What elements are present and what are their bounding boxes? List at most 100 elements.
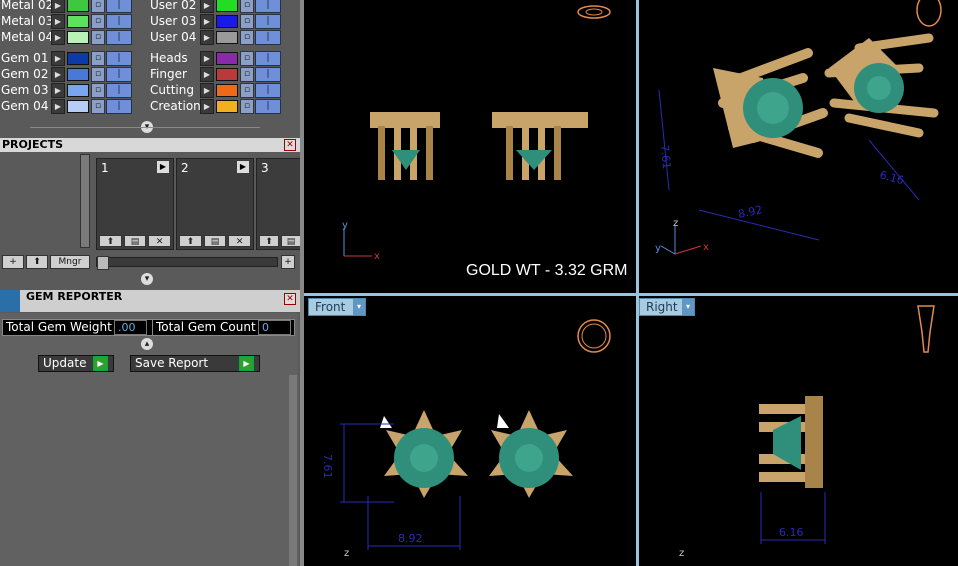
layer-color-swatch[interactable]: [216, 51, 238, 65]
viewport-front[interactable]: 7.61 8.92 z Front ▾: [304, 296, 636, 566]
expand-arrow-icon[interactable]: ▶: [200, 98, 214, 114]
visibility-toggle[interactable]: |: [106, 82, 132, 98]
expand-arrow-icon[interactable]: ▶: [200, 29, 214, 45]
layer-row[interactable]: Finger ▶ ▫ |: [150, 66, 281, 82]
visibility-toggle[interactable]: |: [255, 13, 281, 29]
manager-button[interactable]: Mngr: [50, 255, 90, 269]
viewport-top[interactable]: y x: [304, 0, 636, 292]
layer-color-swatch[interactable]: [216, 67, 238, 81]
expand-arrow-icon[interactable]: ▶: [200, 50, 214, 66]
lock-icon[interactable]: ▫: [91, 82, 105, 98]
expand-arrow-icon[interactable]: ▶: [51, 29, 65, 45]
project-card-2[interactable]: 2 ▶ ⬆ ▤ ✕: [176, 158, 254, 250]
layer-row[interactable]: Gem 03 ▶ ▫ |: [1, 82, 132, 98]
visibility-toggle[interactable]: |: [106, 0, 132, 13]
total-gem-weight-value[interactable]: .00: [114, 320, 147, 335]
layer-row[interactable]: User 02 ▶ ▫ |: [150, 0, 281, 13]
lock-icon[interactable]: ▫: [91, 0, 105, 13]
expand-arrow-icon[interactable]: ▶: [200, 66, 214, 82]
visibility-toggle[interactable]: |: [255, 66, 281, 82]
layer-row[interactable]: Gem 04 ▶ ▫ |: [1, 98, 132, 114]
expand-arrow-icon[interactable]: ▶: [200, 0, 214, 13]
expand-arrow-icon[interactable]: ▶: [200, 13, 214, 29]
reporter-collapse-handle[interactable]: ▴: [141, 338, 153, 350]
projects-scrollbar[interactable]: [80, 154, 90, 248]
visibility-toggle[interactable]: |: [255, 0, 281, 13]
visibility-toggle[interactable]: |: [106, 29, 132, 45]
save-icon[interactable]: ▤: [203, 235, 227, 247]
projects-collapse-handle[interactable]: ▾: [141, 273, 153, 285]
lock-icon[interactable]: ▫: [240, 82, 254, 98]
layer-color-swatch[interactable]: [216, 99, 238, 113]
expand-arrow-icon[interactable]: ▶: [200, 82, 214, 98]
lock-icon[interactable]: ▫: [240, 66, 254, 82]
up-icon[interactable]: ⬆: [99, 235, 122, 247]
layer-row[interactable]: Cutting ▶ ▫ |: [150, 82, 281, 98]
layer-color-swatch[interactable]: [67, 51, 89, 65]
expand-arrow-icon[interactable]: ▶: [51, 0, 65, 13]
chevron-down-icon[interactable]: ▾: [353, 299, 365, 315]
viewport-perspective[interactable]: 7.61 8.92 6.16 z x y: [639, 0, 958, 292]
project-card-1[interactable]: 1 ▶ ⬆ ▤ ✕: [96, 158, 174, 250]
projects-slider[interactable]: [96, 256, 278, 270]
layer-color-swatch[interactable]: [67, 30, 89, 44]
visibility-toggle[interactable]: |: [106, 98, 132, 114]
project-card-3[interactable]: 3 ⬆ ▤: [256, 158, 300, 250]
visibility-toggle[interactable]: |: [106, 50, 132, 66]
gem-reporter-close-button[interactable]: ✕: [284, 293, 296, 305]
layer-row[interactable]: Metal 04 ▶ ▫ |: [1, 29, 132, 45]
lock-icon[interactable]: ▫: [240, 13, 254, 29]
save-icon[interactable]: ▤: [281, 235, 300, 247]
visibility-toggle[interactable]: |: [106, 13, 132, 29]
expand-arrow-icon[interactable]: ▶: [51, 50, 65, 66]
lock-icon[interactable]: ▫: [240, 0, 254, 13]
layer-color-swatch[interactable]: [216, 30, 238, 44]
layer-row[interactable]: Creation ▶ ▫ |: [150, 98, 281, 114]
lock-icon[interactable]: ▫: [91, 13, 105, 29]
layer-color-swatch[interactable]: [67, 99, 89, 113]
layer-color-swatch[interactable]: [67, 83, 89, 97]
visibility-toggle[interactable]: |: [106, 66, 132, 82]
lock-icon[interactable]: ▫: [91, 66, 105, 82]
lock-icon[interactable]: ▫: [240, 98, 254, 114]
visibility-toggle[interactable]: |: [255, 29, 281, 45]
up-button[interactable]: ⬆: [26, 255, 48, 269]
layer-row[interactable]: Metal 02 ▶ ▫ |: [1, 0, 132, 13]
reporter-scrollbar[interactable]: [289, 375, 297, 566]
delete-icon[interactable]: ✕: [148, 235, 172, 247]
visibility-toggle[interactable]: |: [255, 50, 281, 66]
update-play-icon[interactable]: ▶: [93, 356, 108, 371]
layer-color-swatch[interactable]: [67, 0, 89, 12]
layer-color-swatch[interactable]: [67, 14, 89, 28]
visibility-toggle[interactable]: |: [255, 98, 281, 114]
play-icon[interactable]: ▶: [237, 161, 249, 173]
layer-row[interactable]: User 04 ▶ ▫ |: [150, 29, 281, 45]
right-view-label[interactable]: Right ▾: [639, 298, 695, 316]
lock-icon[interactable]: ▫: [91, 29, 105, 45]
layer-row[interactable]: Gem 01 ▶ ▫ |: [1, 50, 132, 66]
chevron-down-icon[interactable]: ▾: [682, 299, 694, 315]
lock-icon[interactable]: ▫: [91, 50, 105, 66]
front-view-label[interactable]: Front ▾: [308, 298, 366, 316]
save-icon[interactable]: ▤: [123, 235, 147, 247]
expand-arrow-icon[interactable]: ▶: [51, 98, 65, 114]
delete-icon[interactable]: ✕: [228, 235, 252, 247]
up-icon[interactable]: ⬆: [259, 235, 279, 247]
slider-handle[interactable]: [97, 256, 109, 270]
layer-color-swatch[interactable]: [216, 83, 238, 97]
lock-icon[interactable]: ▫: [240, 50, 254, 66]
slider-plus-button[interactable]: +: [281, 255, 295, 269]
viewport-right[interactable]: 6.16 z Right ▾: [639, 296, 958, 566]
visibility-toggle[interactable]: |: [255, 82, 281, 98]
lock-icon[interactable]: ▫: [91, 98, 105, 114]
layer-color-swatch[interactable]: [67, 67, 89, 81]
projects-close-button[interactable]: ✕: [284, 139, 296, 151]
layer-row[interactable]: User 03 ▶ ▫ |: [150, 13, 281, 29]
total-gem-count-value[interactable]: 0: [258, 320, 291, 335]
layer-color-swatch[interactable]: [216, 14, 238, 28]
up-icon[interactable]: ⬆: [179, 235, 202, 247]
expand-arrow-icon[interactable]: ▶: [51, 13, 65, 29]
play-icon[interactable]: ▶: [157, 161, 169, 173]
layer-row[interactable]: Heads ▶ ▫ |: [150, 50, 281, 66]
save-report-play-icon[interactable]: ▶: [239, 356, 254, 371]
